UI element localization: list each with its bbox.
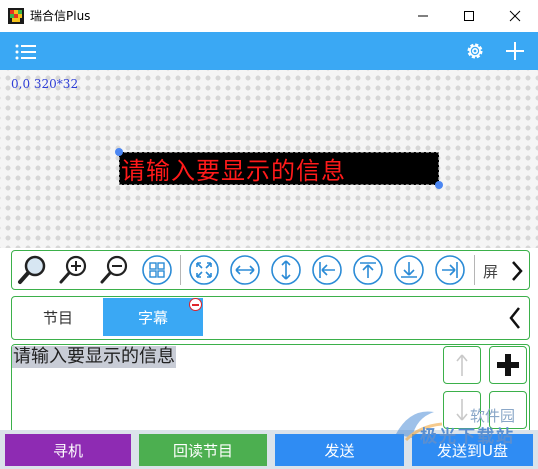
text-editor-content[interactable]: 请输入要显示的信息 (12, 346, 176, 368)
tab-subtitle[interactable]: 字幕 (103, 298, 203, 336)
window-title: 瑞合信Plus (30, 9, 91, 23)
center-vertical-icon[interactable] (269, 253, 303, 287)
center-horizontal-icon[interactable] (228, 253, 262, 287)
remove-tab-icon[interactable] (189, 298, 202, 311)
gear-icon[interactable] (464, 40, 486, 62)
led-preview-text: 请输入要显示的信息 (121, 157, 346, 185)
minimize-icon (418, 15, 428, 17)
watermark-text: 极光下载站 (420, 427, 515, 447)
align-top-icon[interactable] (351, 253, 385, 287)
minimize-button[interactable] (400, 0, 446, 32)
chevron-right-icon[interactable] (508, 257, 526, 285)
align-right-icon[interactable] (433, 253, 467, 287)
move-up-button[interactable] (443, 346, 481, 384)
hamburger-icon[interactable] (14, 42, 38, 62)
app-header (0, 32, 538, 70)
tab-program[interactable]: 节目 (13, 298, 103, 336)
coordinate-readout: 0,0 320*32 (11, 77, 79, 91)
chevron-left-icon[interactable] (506, 302, 524, 334)
zoom-in-icon[interactable] (57, 253, 91, 287)
resize-handle-bottom-right[interactable] (435, 181, 443, 189)
align-left-icon[interactable] (310, 253, 344, 287)
align-bottom-icon[interactable] (392, 253, 426, 287)
resize-handle-top-left[interactable] (115, 148, 123, 156)
close-button[interactable] (492, 0, 538, 32)
maximize-icon (464, 11, 474, 21)
add-item-button[interactable] (489, 346, 527, 384)
search-icon[interactable] (16, 253, 50, 287)
toolbar-separator (180, 255, 181, 285)
arrow-up-icon (456, 354, 468, 376)
zoom-out-icon[interactable] (98, 253, 132, 287)
find-device-button[interactable]: 寻机 (5, 434, 131, 466)
send-button[interactable]: 发送 (275, 434, 404, 466)
close-icon (509, 10, 521, 22)
plus-icon (497, 354, 519, 376)
maximize-button[interactable] (446, 0, 492, 32)
fit-screen-icon[interactable] (187, 253, 221, 287)
screen-settings-label[interactable]: 屏 (483, 261, 498, 282)
read-back-button[interactable]: 回读节目 (139, 434, 267, 466)
grid-icon[interactable] (140, 253, 174, 287)
app-logo-icon (8, 8, 24, 24)
plus-icon[interactable] (504, 40, 526, 62)
toolbar-separator (474, 255, 475, 285)
